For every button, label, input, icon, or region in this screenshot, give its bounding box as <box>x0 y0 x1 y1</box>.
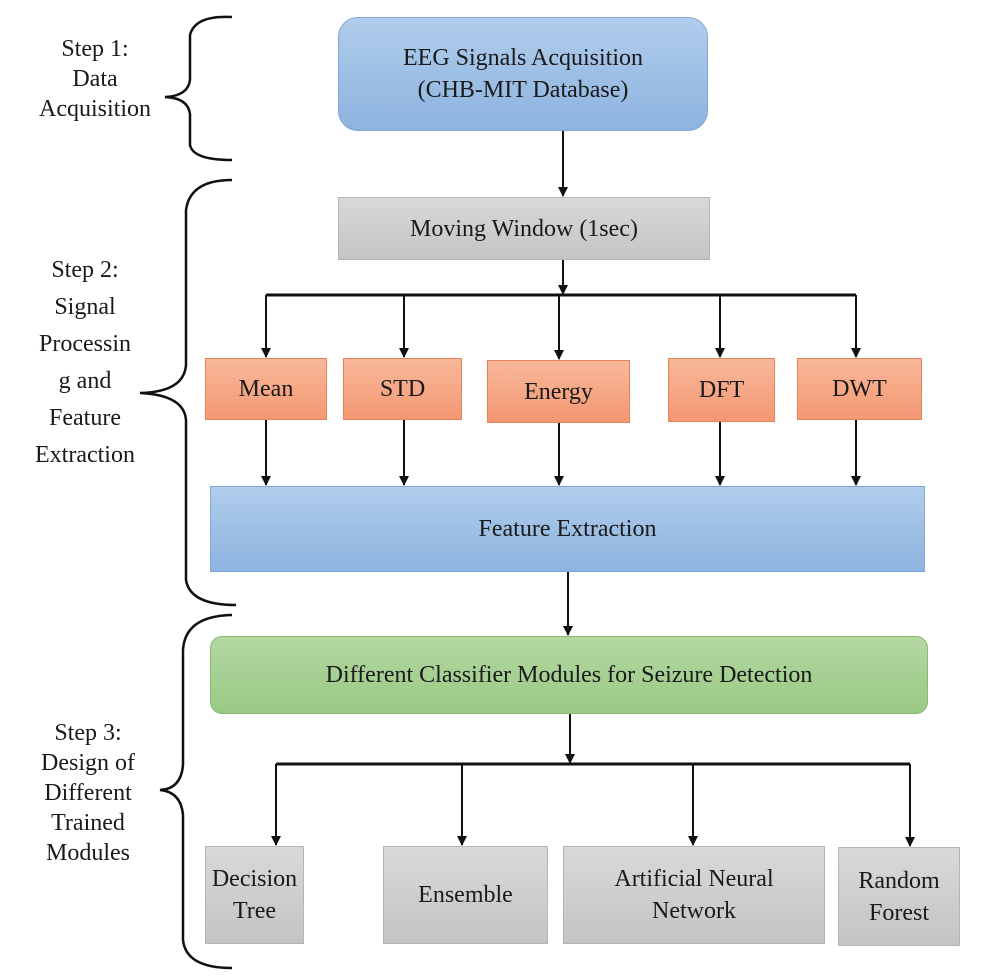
node-label: Tree <box>232 898 277 924</box>
step-1-label: Step 1: Data Acquisition <box>25 34 165 124</box>
step-label-line: Acquisition <box>39 96 151 122</box>
step-label-line: Step 1: <box>61 36 129 62</box>
node-dwt: DWT <box>797 358 922 420</box>
node-ensemble: Ensemble <box>383 846 548 944</box>
step-label-line: Modules <box>46 840 130 866</box>
step-3-label: Step 3: Design of Different Trained Modu… <box>18 718 158 868</box>
node-label: DFT <box>698 377 745 403</box>
step-label-line: g and <box>58 368 112 394</box>
node-dft: DFT <box>668 358 775 422</box>
node-label: EEG Signals Acquisition <box>403 45 643 71</box>
node-artificial-neural-network: Artificial Neural Network <box>563 846 825 944</box>
brace-step-1 <box>164 15 233 162</box>
node-std: STD <box>343 358 462 420</box>
node-moving-window: Moving Window (1sec) <box>338 197 710 260</box>
node-label: (CHB-MIT Database) <box>417 77 629 103</box>
step-label-line: Different <box>44 780 132 806</box>
node-label: Moving Window (1sec) <box>410 215 638 242</box>
node-feature-extraction: Feature Extraction <box>210 486 925 572</box>
node-label: STD <box>379 376 426 402</box>
node-eeg-acquisition: EEG Signals Acquisition (CHB-MIT Databas… <box>338 17 708 131</box>
step-label-line: Data <box>72 66 118 92</box>
node-label: Energy <box>524 378 593 405</box>
node-label: Random <box>858 867 940 894</box>
node-label: DWT <box>832 376 887 402</box>
step-label-line: Design of <box>41 750 135 776</box>
node-label: Mean <box>238 376 294 402</box>
step-label-line: Step 3: <box>54 720 122 746</box>
step-label-line: Processin <box>39 331 131 357</box>
node-label: Different Classifier Modules for Seizure… <box>325 662 813 688</box>
step-label-line: Trained <box>51 810 125 836</box>
node-label: Forest <box>869 899 929 926</box>
node-label: Decision <box>211 866 298 892</box>
step-label-line: Step 2: <box>51 257 119 283</box>
node-label: Artificial Neural <box>614 866 774 892</box>
node-energy: Energy <box>487 360 630 423</box>
step-label-line: Feature <box>49 405 121 431</box>
node-decision-tree: Decision Tree <box>205 846 304 944</box>
node-random-forest: Random Forest <box>838 847 960 946</box>
node-label: Feature Extraction <box>478 516 657 542</box>
step-label-line: Signal <box>54 294 116 320</box>
step-label-line: Extraction <box>35 442 135 468</box>
node-label: Ensemble <box>418 882 513 908</box>
node-mean: Mean <box>205 358 327 420</box>
node-label: Network <box>652 898 736 924</box>
node-classifier-modules: Different Classifier Modules for Seizure… <box>210 636 928 714</box>
flow-diagram: Step 1: Data Acquisition Step 2: Signal … <box>0 0 1005 978</box>
step-2-label: Step 2: Signal Processin g and Feature E… <box>20 252 150 474</box>
